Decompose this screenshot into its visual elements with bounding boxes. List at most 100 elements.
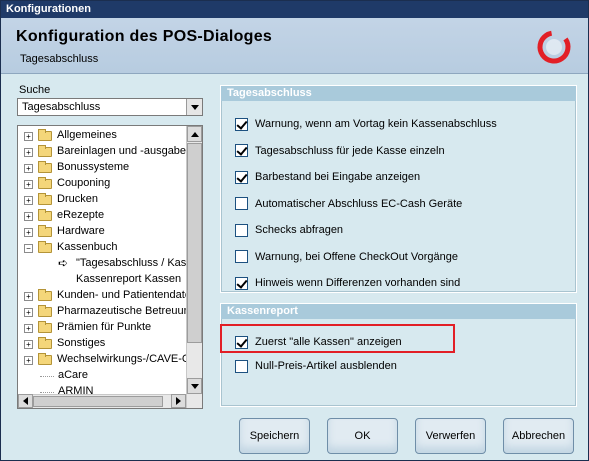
option-checkbox-row[interactable]: Barbestand bei Eingabe anzeigen — [235, 169, 420, 185]
option-checkbox-row[interactable]: Warnung, wenn am Vortag kein Kassenabsch… — [235, 116, 497, 132]
option-checkbox-row[interactable]: Hinweis wenn Differenzen vorhanden sind — [235, 275, 460, 291]
horizontal-scroll-thumb[interactable] — [33, 396, 163, 407]
folder-icon — [38, 161, 52, 173]
tree-item[interactable]: + Drucken — [18, 192, 188, 208]
tree-item[interactable]: + Bonussysteme — [18, 160, 188, 176]
expand-icon[interactable]: + — [24, 324, 33, 333]
tree-item-label: Hardware — [57, 225, 105, 237]
checkbox-checked[interactable] — [235, 170, 248, 184]
expand-icon[interactable]: + — [24, 132, 33, 141]
option-label: Barbestand bei Eingabe anzeigen — [255, 171, 421, 183]
checkbox-checked[interactable] — [235, 144, 248, 157]
search-label: Suche — [19, 84, 51, 96]
folder-icon — [38, 289, 52, 301]
option-label: Warnung, bei Offene CheckOut Vorgänge — [255, 250, 459, 263]
tree-item[interactable]: aCare — [18, 368, 188, 384]
tree-item[interactable]: + Couponing — [18, 176, 188, 192]
checkbox-checked[interactable] — [235, 117, 248, 131]
group-kassenreport: Kassenreport Zuerst "alle Kassen" anzeig… — [220, 303, 577, 407]
tree-item-label: aCare — [58, 369, 88, 381]
expand-icon[interactable]: + — [24, 292, 33, 301]
tree-item-label: Kassenbuch — [57, 241, 118, 253]
option-checkbox-row[interactable]: Null-Preis-Artikel ausblenden — [235, 358, 397, 374]
checkbox-checked[interactable] — [235, 276, 248, 290]
expand-icon[interactable]: + — [24, 356, 33, 365]
expand-icon[interactable]: + — [24, 340, 33, 349]
folder-icon — [38, 177, 52, 189]
scroll-thumb[interactable] — [187, 143, 202, 343]
expand-icon[interactable]: + — [24, 148, 33, 157]
ok-button[interactable]: OK — [327, 418, 398, 454]
tree-item-label: Bonussysteme — [57, 161, 130, 173]
checkbox-unchecked[interactable] — [235, 197, 248, 210]
tree-item[interactable]: + eRezepte — [18, 208, 188, 224]
group-tagesabschluss: Tagesabschluss Warnung, wenn am Vortag k… — [220, 85, 577, 293]
tree-item[interactable]: + Bareinlagen und -ausgaben — [18, 144, 188, 160]
option-checkbox-row[interactable]: Automatischer Abschluss EC-Cash Geräte — [235, 196, 462, 212]
tree-item[interactable]: + Prämien für Punkte — [18, 320, 188, 336]
checkbox-unchecked[interactable] — [235, 223, 248, 237]
tree-vertical-scrollbar[interactable] — [186, 126, 202, 408]
option-label: Warnung, wenn am Vortag kein Kassenabsch… — [255, 118, 497, 130]
scroll-right-icon[interactable] — [171, 394, 186, 408]
window-title: Konfigurationen — [6, 3, 91, 15]
tree-horizontal-scrollbar[interactable] — [18, 394, 186, 408]
discard-button[interactable]: Verwerfen — [415, 418, 486, 454]
tree-connector — [40, 376, 54, 377]
expand-icon[interactable]: + — [24, 308, 33, 317]
dropdown-arrow-icon[interactable] — [186, 99, 202, 115]
group-kassenreport-title: Kassenreport — [221, 304, 576, 319]
save-button[interactable]: Speichern — [239, 418, 310, 454]
option-label: Automatischer Abschluss EC-Cash Geräte — [255, 197, 463, 210]
expand-icon[interactable]: + — [24, 196, 33, 205]
option-label: Tagesabschluss für jede Kasse einzeln — [255, 144, 445, 157]
config-tree[interactable]: + Allgemeines + Bareinlagen und -ausgaben + B… — [17, 125, 203, 409]
folder-icon — [38, 129, 52, 141]
folder-icon — [38, 193, 52, 205]
tree-item[interactable]: + Pharmazeutische Betreuung — [18, 304, 188, 320]
tree-item-label: eRezepte — [57, 209, 105, 221]
folder-icon — [38, 337, 52, 349]
tree-item-label: Wechselwirkungs-/CAVE-Ch — [57, 353, 188, 365]
tree-item[interactable]: + Sonstiges — [18, 336, 188, 352]
scroll-left-icon[interactable] — [18, 394, 33, 408]
checkbox-unchecked[interactable] — [235, 359, 248, 373]
page-subtitle: Tagesabschluss — [20, 53, 99, 65]
option-label: Hinweis wenn Differenzen vorhanden sind — [255, 277, 461, 289]
tree-item[interactable]: + Hardware — [18, 224, 188, 240]
folder-icon — [38, 209, 52, 221]
tree-item[interactable]: ➪ "Tagesabschluss / Kass — [18, 256, 188, 272]
scroll-up-icon[interactable] — [187, 126, 202, 142]
option-label: Null-Preis-Artikel ausblenden — [255, 360, 397, 372]
cancel-button[interactable]: Abbrechen — [503, 418, 574, 454]
expand-icon[interactable]: + — [24, 228, 33, 237]
expand-icon[interactable]: + — [24, 212, 33, 221]
highlight-annotation — [220, 324, 455, 353]
option-checkbox-row[interactable]: Warnung, bei Offene CheckOut Vorgänge — [235, 249, 458, 265]
tree-item-label: Drucken — [57, 193, 98, 205]
tree-item-label: Kunden- und Patientendatei — [57, 289, 188, 301]
tree-item-label: Kassenreport Kassen — [76, 273, 182, 285]
tree-items: + Allgemeines + Bareinlagen und -ausgaben + B… — [18, 128, 188, 400]
tree-item[interactable]: − Kassenbuch — [18, 240, 188, 256]
scroll-down-icon[interactable] — [187, 378, 202, 394]
tree-item[interactable]: + Wechselwirkungs-/CAVE-Ch — [18, 352, 188, 368]
expand-icon[interactable]: + — [24, 164, 33, 173]
tree-item[interactable]: Kassenreport Kassen — [18, 272, 188, 288]
tree-item[interactable]: + Allgemeines — [18, 128, 188, 144]
config-window: Konfigurationen Konfiguration des POS-Di… — [0, 0, 589, 461]
search-combobox[interactable]: Tagesabschluss — [17, 98, 203, 116]
tree-connector — [40, 392, 54, 393]
folder-icon — [38, 321, 52, 333]
current-item-arrow-icon: ➪ — [58, 256, 69, 270]
checkbox-unchecked[interactable] — [235, 250, 248, 263]
tree-item-label: Bareinlagen und -ausgaben — [57, 145, 188, 157]
folder-icon — [38, 145, 52, 157]
option-checkbox-row[interactable]: Schecks abfragen — [235, 222, 343, 238]
tree-item-label: Prämien für Punkte — [57, 321, 152, 333]
search-combobox-value: Tagesabschluss — [22, 101, 101, 113]
collapse-icon[interactable]: − — [24, 244, 33, 253]
option-checkbox-row[interactable]: Tagesabschluss für jede Kasse einzeln — [235, 143, 445, 159]
expand-icon[interactable]: + — [24, 180, 33, 189]
tree-item[interactable]: + Kunden- und Patientendatei — [18, 288, 188, 304]
